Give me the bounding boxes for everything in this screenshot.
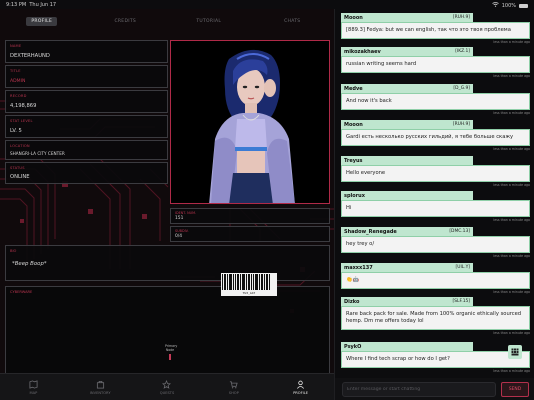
title-field: TITLE ADMIN <box>5 65 168 88</box>
tab-chats[interactable]: CHATS <box>251 14 335 28</box>
tab-profile[interactable]: PROFILE <box>0 14 84 28</box>
status-bar: 9:13 PM Thu Jun 17 100% <box>0 0 534 9</box>
send-button[interactable]: SEND <box>501 382 529 397</box>
chat-messages[interactable]: Mooon [RUH.9] [889.3] Fedya: but we can e… <box>335 9 534 374</box>
chat-message: maxxx137 [UIL.Y] 👏🤖 less than a minute ag… <box>341 263 530 294</box>
chat-input[interactable] <box>342 382 496 397</box>
status-time: 9:13 PM Thu Jun 17 <box>6 2 57 8</box>
quests-icon <box>162 379 172 389</box>
shop-icon <box>230 380 238 388</box>
keyboard-icon <box>511 348 519 356</box>
chat-message: Medve [D_G.9] And now it's back less than… <box>341 84 530 115</box>
profile-panel: PROFILE CREDITS TUTORIAL CHATS NAME DEXT… <box>0 9 334 373</box>
nav-shop[interactable]: SHOP <box>200 374 267 400</box>
wifi-icon <box>491 2 499 9</box>
chat-message: Mooon [RUH.9] [889.3] Fedya: but we can e… <box>341 13 530 44</box>
nav-inventory[interactable]: INVENTORY <box>67 374 134 400</box>
app-screen: 9:13 PM Thu Jun 17 100% PROFILE CREDITS … <box>0 0 534 400</box>
chat-input-bar: SEND <box>335 378 534 400</box>
chat-message: splorux Hi less than a minute ago <box>341 191 530 222</box>
avatar-image <box>171 41 329 203</box>
avatar <box>170 40 330 204</box>
chat-message: mikozakhaev [IKZ.1] russian writing seems… <box>341 47 530 78</box>
nav-quests[interactable]: QUESTS <box>134 374 201 400</box>
status-right: 100% <box>491 2 528 9</box>
barcode-text: TU3_A47 <box>242 291 256 295</box>
map-icon <box>29 379 38 389</box>
nav-profile[interactable]: PROFILE <box>267 374 334 400</box>
bottom-nav: MAP INVENTORY QUESTS SHOP PROFILE <box>0 373 334 400</box>
tab-credits[interactable]: CREDITS <box>84 14 168 28</box>
online-status-field: STATUS ONLINE <box>5 162 168 184</box>
level-field: STAT LEVEL LV. 5 <box>5 115 168 138</box>
battery-icon <box>519 3 528 8</box>
battery-percent: 100% <box>501 2 516 9</box>
profile-icon <box>297 380 305 389</box>
primary-node-marker[interactable]: Primary Node <box>165 344 177 360</box>
location-field: LOCATION SHANGRI-LA CITY CENTER <box>5 140 168 160</box>
tab-tutorial[interactable]: TUTORIAL <box>167 14 251 28</box>
chat-message: Mooon [RUH.9] Gardi есть несколько русски… <box>341 120 530 151</box>
chat-message: PsykO Where I find tech scrap or how do … <box>341 342 530 373</box>
name-field: NAME DEXTERHAUND <box>5 40 168 63</box>
inventory-icon <box>96 380 104 389</box>
chat-panel: Mooon [RUH.9] [889.3] Fedya: but we can e… <box>334 9 534 400</box>
profile-tabs: PROFILE CREDITS TUTORIAL CHATS <box>0 14 334 28</box>
chat-message: Dizko [SLF.15] Rare back pack for sale. M… <box>341 297 530 335</box>
barcode: TU3_A47 <box>221 273 277 296</box>
nav-map[interactable]: MAP <box>0 374 67 400</box>
record-field: RECORD 4,198,869 <box>5 90 168 113</box>
cyberware-panel: CYBERWARE Primary Node <box>5 286 330 373</box>
keyboard-toggle-button[interactable] <box>508 345 522 359</box>
subdiv-field: SUBDIV. 0/4 <box>170 226 330 242</box>
bio-field[interactable]: BIO *Beep Boop* <box>5 245 330 281</box>
chat-message: Treyus Hello everyone less than a minute… <box>341 156 530 187</box>
chat-message: Shadow_Renegade [DMC.13] hey trey o/ less… <box>341 227 530 258</box>
ident-field: IDENT. NUM. 151 <box>170 208 330 224</box>
